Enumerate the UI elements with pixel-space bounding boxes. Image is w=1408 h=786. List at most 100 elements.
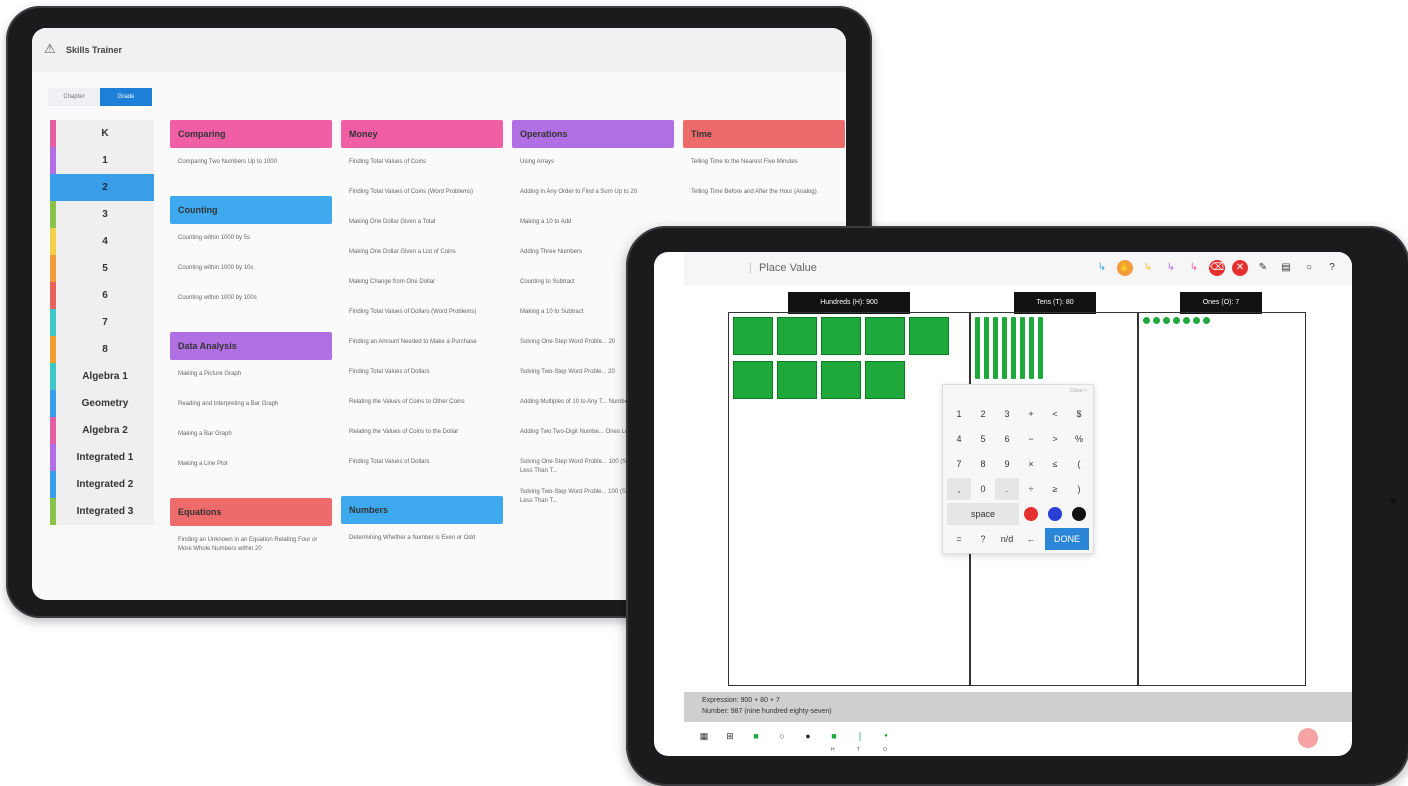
grade-item[interactable]: Integrated 2 [50, 471, 154, 498]
color-swatch[interactable] [1048, 507, 1062, 521]
grade-item[interactable]: Algebra 2 [50, 417, 154, 444]
toggle-grade[interactable]: Grade [100, 88, 152, 106]
grade-item[interactable]: 2 [50, 174, 154, 201]
hundreds-block[interactable] [777, 361, 817, 399]
keypad-key[interactable]: ? [971, 528, 995, 550]
circle-filled-icon[interactable]: ● [802, 730, 814, 742]
lesson-link[interactable]: Counting within 1000 by 100s [170, 288, 332, 318]
help-icon[interactable]: ? [1324, 260, 1340, 276]
keypad-key[interactable]: ) [1067, 478, 1091, 500]
lesson-link[interactable]: Making a Bar Graph [170, 424, 332, 454]
keypad-key[interactable]: , [947, 478, 971, 500]
keypad-key[interactable]: − [1019, 428, 1043, 450]
grade-item[interactable]: 7 [50, 309, 154, 336]
keypad-key[interactable]: 6 [995, 428, 1019, 450]
pointer-yellow-icon[interactable]: ↳ [1140, 260, 1156, 276]
add-box-icon[interactable]: ⊞ [724, 730, 736, 742]
grade-item[interactable]: 5 [50, 255, 154, 282]
keypad-key[interactable]: 0 [971, 478, 995, 500]
tens-rod[interactable] [984, 317, 989, 379]
keypad-key[interactable]: 7 [947, 453, 971, 475]
keypad-key[interactable]: < [1043, 403, 1067, 425]
keypad-key[interactable]: n/d [995, 528, 1019, 550]
circle-outline-icon[interactable]: ○ [776, 730, 788, 742]
keypad-key[interactable]: ← [1019, 528, 1043, 550]
lesson-link[interactable]: Finding Total Values of Coins (Word Prob… [341, 182, 503, 212]
tens-rod[interactable] [975, 317, 980, 379]
lesson-link[interactable]: Using Arrays [512, 152, 674, 182]
keypad-key[interactable]: ÷ [1019, 478, 1043, 500]
keypad-key[interactable]: $ [1067, 403, 1091, 425]
lesson-link[interactable]: Relating the Values of Coins to the Doll… [341, 422, 503, 452]
hundreds-block[interactable] [909, 317, 949, 355]
keypad-key[interactable]: 4 [947, 428, 971, 450]
grade-item[interactable]: Integrated 1 [50, 444, 154, 471]
tens-rod[interactable] [1011, 317, 1016, 379]
hundreds-block[interactable] [821, 361, 861, 399]
grade-item[interactable]: Integrated 3 [50, 498, 154, 525]
lesson-link[interactable]: Determining Whether a Number is Even or … [341, 528, 503, 558]
grade-item[interactable]: 8 [50, 336, 154, 363]
lesson-link[interactable]: Counting within 1000 by 10s [170, 258, 332, 288]
ones-unit-icon[interactable]: ● O [880, 730, 892, 753]
keypad-key[interactable]: 9 [995, 453, 1019, 475]
lesson-link[interactable]: Comparing Two Numbers Up to 1000 [170, 152, 332, 182]
grade-item[interactable]: 6 [50, 282, 154, 309]
color-swatch[interactable] [1072, 507, 1086, 521]
ones-unit[interactable] [1193, 317, 1200, 324]
keypad-key[interactable]: ≥ [1043, 478, 1067, 500]
hundreds-block-icon[interactable]: ■ H [828, 730, 840, 753]
tens-rod[interactable] [1038, 317, 1043, 379]
grade-item[interactable]: K [50, 120, 154, 147]
ones-unit[interactable] [1203, 317, 1210, 324]
ones-unit[interactable] [1163, 317, 1170, 324]
lesson-link[interactable]: Telling Time Before and After the Hour (… [683, 182, 845, 212]
pointer-pink-icon[interactable]: ↳ [1186, 260, 1202, 276]
lesson-link[interactable]: Finding Total Values of Dollars [341, 452, 503, 482]
hand-orange-icon[interactable]: ✋ [1117, 260, 1133, 276]
lesson-link[interactable]: Finding an Amount Needed to Make a Purch… [341, 332, 503, 362]
lesson-link[interactable]: Making a Picture Graph [170, 364, 332, 394]
hundreds-block[interactable] [733, 361, 773, 399]
grade-item[interactable]: Algebra 1 [50, 363, 154, 390]
keypad-key[interactable]: > [1043, 428, 1067, 450]
keypad-close-button[interactable]: Close × [1070, 388, 1087, 394]
lesson-link[interactable]: Making Change from One Dollar [341, 272, 503, 302]
pointer-blue-icon[interactable]: ↳ [1094, 260, 1110, 276]
lesson-link[interactable]: Adding in Any Order to Find a Sum Up to … [512, 182, 674, 212]
lesson-link[interactable]: Making One Dollar Given a Total [341, 212, 503, 242]
tens-rod[interactable] [993, 317, 998, 379]
green-square-icon[interactable]: ■ [750, 730, 762, 742]
grade-item[interactable]: 1 [50, 147, 154, 174]
lesson-link[interactable]: Telling Time to the Nearest Five Minutes [683, 152, 845, 182]
done-button[interactable]: DONE [1045, 528, 1089, 550]
lesson-link[interactable]: Finding Total Values of Coins [341, 152, 503, 182]
hundreds-block[interactable] [733, 317, 773, 355]
keypad-key[interactable]: ≤ [1043, 453, 1067, 475]
keypad-key[interactable]: 3 [995, 403, 1019, 425]
grade-item[interactable]: 4 [50, 228, 154, 255]
tens-rod-icon[interactable]: ❘ T [854, 730, 866, 753]
ones-unit[interactable] [1153, 317, 1160, 324]
hundreds-block[interactable] [821, 317, 861, 355]
grid-icon[interactable]: ▦ [698, 730, 710, 742]
lesson-link[interactable]: Reading and Interpreting a Bar Graph [170, 394, 332, 424]
toggle-chapter[interactable]: Chapter [48, 88, 100, 106]
tens-rod[interactable] [1020, 317, 1025, 379]
pointer-purple-icon[interactable]: ↳ [1163, 260, 1179, 276]
lesson-link[interactable]: Finding an Unknown in an Equation Relati… [170, 530, 332, 560]
space-key[interactable]: space [947, 503, 1019, 525]
keypad-key[interactable]: = [947, 528, 971, 550]
keypad-key[interactable]: + [1019, 403, 1043, 425]
keypad-key[interactable]: 2 [971, 403, 995, 425]
lesson-link[interactable]: Making a Line Plot [170, 454, 332, 484]
record-icon[interactable] [1298, 728, 1318, 748]
keyboard-icon[interactable]: ▤ [1278, 260, 1294, 276]
lesson-link[interactable]: Counting within 1000 by 5s [170, 228, 332, 258]
lesson-link[interactable]: Finding Total Values of Dollars [341, 362, 503, 392]
ones-unit[interactable] [1143, 317, 1150, 324]
tens-rod[interactable] [1029, 317, 1034, 379]
keypad-key[interactable]: 1 [947, 403, 971, 425]
keypad-key[interactable]: . [995, 478, 1019, 500]
lesson-link[interactable]: Making One Dollar Given a List of Coins [341, 242, 503, 272]
